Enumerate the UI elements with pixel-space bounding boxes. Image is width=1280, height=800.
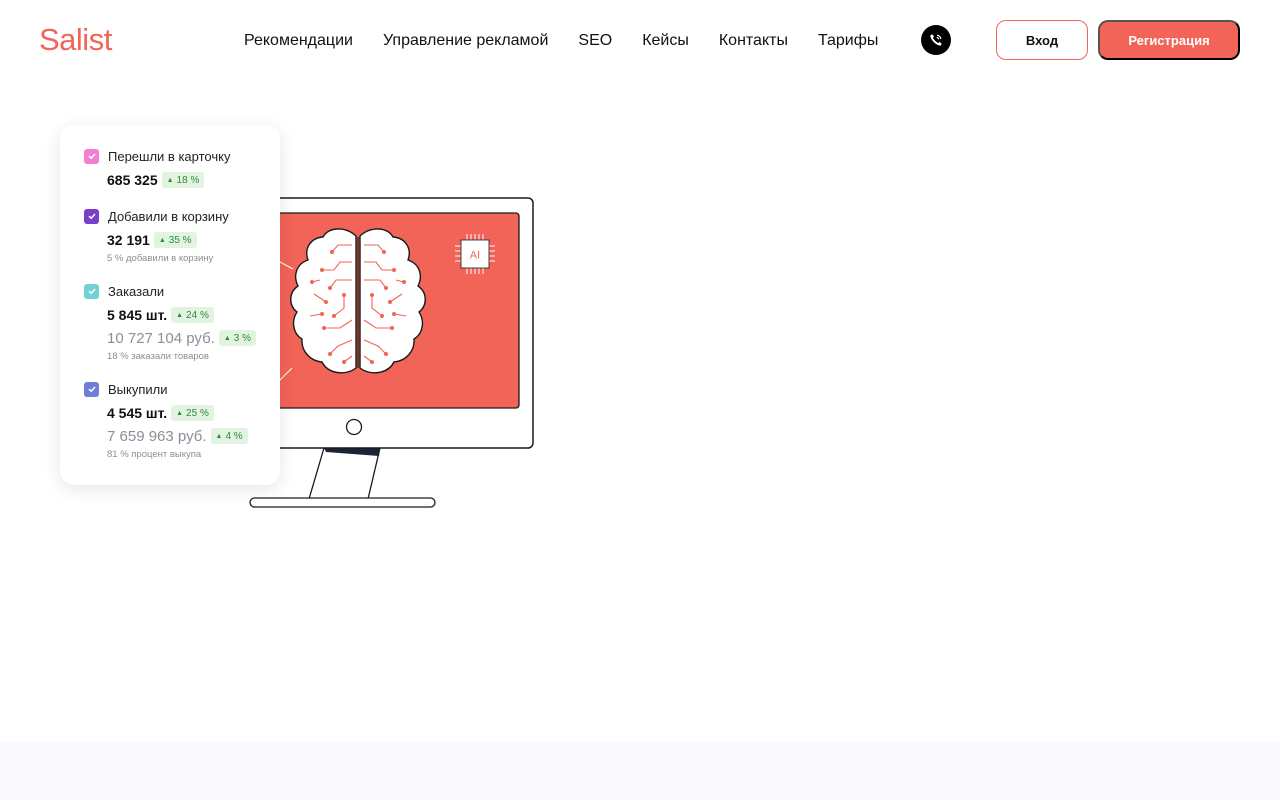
arrow-up-icon: ▲ [176, 409, 184, 417]
stat-label: Перешли в карточку [108, 148, 231, 164]
arrow-up-icon: ▲ [176, 311, 184, 319]
stat-label: Выкупили [108, 381, 168, 397]
checkbox-icon[interactable] [84, 208, 99, 224]
growth-badge: ▲ 18 % [161, 172, 205, 188]
brain-icon [290, 228, 426, 374]
arrow-up-icon: ▲ [158, 236, 166, 244]
stat-secondary-value: 7 659 963 руб. [107, 427, 207, 445]
stat-value: 4 545 шт. [107, 405, 168, 421]
stat-label: Заказали [108, 283, 165, 299]
site-header: Salist Рекомендации Управление рекламой … [0, 0, 1280, 80]
growth-badge: ▲ 35 % [153, 232, 197, 248]
nav-contacts[interactable]: Контакты [719, 30, 788, 52]
arrow-up-icon: ▲ [166, 176, 174, 184]
stat-card-cart: Добавили в корзину 32 191 ▲ 35 % 5 % доба… [84, 207, 274, 264]
stat-note: 18 % заказали товаров [107, 351, 209, 362]
next-section-strip [0, 742, 1280, 800]
ai-chip-label: AI [470, 250, 480, 262]
stat-value: 5 845 шт. [107, 307, 168, 323]
stat-label: Добавили в корзину [108, 208, 229, 224]
growth-badge: ▲ 25 % [171, 405, 214, 421]
nav-recommendations[interactable]: Рекомендации [244, 30, 353, 52]
nav-pricing[interactable]: Тарифы [818, 30, 878, 52]
stat-secondary-value: 10 727 104 руб. [107, 329, 215, 347]
stat-value: 685 325 [107, 172, 158, 188]
main-nav: Рекомендации Управление рекламой SEO Кей… [244, 30, 878, 52]
growth-badge: ▲ 24 % [171, 307, 214, 323]
arrow-up-icon: ▲ [223, 334, 231, 342]
login-button[interactable]: Вход [996, 20, 1088, 60]
register-button[interactable]: Регистрация [1098, 20, 1240, 60]
nav-seo[interactable]: SEO [578, 30, 612, 52]
monitor-illustration: AI [240, 190, 540, 514]
phone-button[interactable] [921, 25, 951, 55]
nav-ads-management[interactable]: Управление рекламой [383, 30, 548, 52]
growth-badge: ▲ 4 % [210, 428, 248, 444]
stat-card-orders: Заказали 5 845 шт. ▲ 24 % 10 727 104 руб.… [84, 282, 274, 362]
logo[interactable]: Salist [39, 22, 112, 58]
stat-card-buyouts: Выкупили 4 545 шт. ▲ 25 % 7 659 963 руб. … [84, 380, 274, 460]
stat-card-visits: Перешли в карточку 685 325 ▲ 18 % [84, 147, 274, 190]
checkbox-icon[interactable] [84, 148, 99, 164]
phone-icon [930, 34, 942, 46]
stat-note: 5 % добавили в корзину [107, 253, 214, 264]
stats-card: Перешли в карточку 685 325 ▲ 18 % Добавил… [60, 125, 280, 485]
ai-chip-icon: AI [455, 234, 495, 274]
growth-badge: ▲ 3 % [218, 330, 257, 346]
checkbox-icon[interactable] [84, 381, 99, 397]
nav-cases[interactable]: Кейсы [642, 30, 689, 52]
checkbox-icon[interactable] [84, 283, 99, 299]
stat-note: 81 % процент выкупа [107, 449, 202, 460]
arrow-up-icon: ▲ [215, 432, 223, 440]
stat-value: 32 191 [107, 232, 150, 248]
